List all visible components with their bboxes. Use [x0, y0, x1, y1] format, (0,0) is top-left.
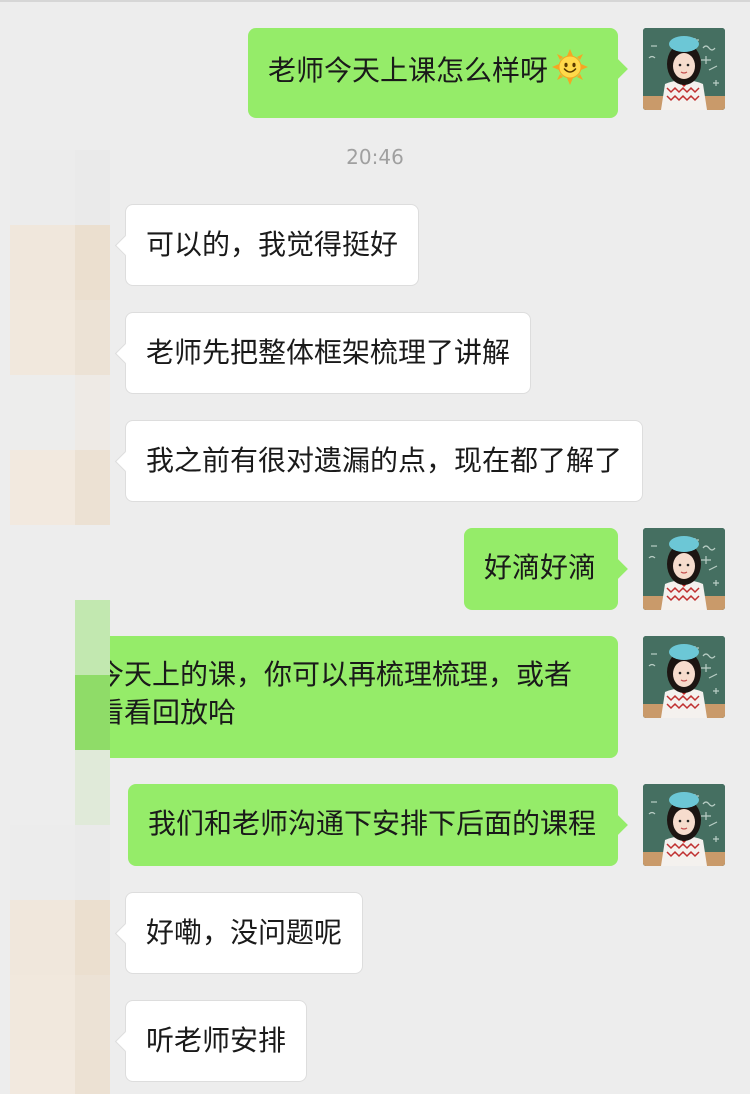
blur-cell — [10, 825, 75, 900]
message-text: 听老师安排 — [146, 1024, 287, 1057]
blur-cell — [75, 750, 110, 825]
message-text-line: 今天上的课，你可以再梳理梳理，或者 — [110, 658, 573, 691]
blur-cell — [10, 450, 75, 525]
blur-cell — [75, 1050, 110, 1094]
blur-cell — [75, 225, 110, 300]
message-text-block: 今天上的课，你可以再梳理梳理，或者 看看回放哈 — [110, 656, 618, 732]
incoming-message-bubble[interactable]: 可以的，我觉得挺好 — [125, 204, 419, 286]
message-text-line: 看看回放哈 — [110, 696, 237, 729]
blur-cell — [75, 675, 110, 750]
message-text: 可以的，我觉得挺好 — [146, 228, 399, 261]
teacher-avatar[interactable] — [643, 28, 725, 110]
outgoing-message-bubble[interactable]: 好滴好滴 — [464, 528, 618, 610]
blur-cell — [75, 825, 110, 900]
sun-smile-emoji-icon — [552, 49, 589, 95]
message-text: 好滴好滴 — [484, 551, 597, 584]
blur-cell — [10, 1050, 75, 1094]
outgoing-message-bubble[interactable]: 老师今天上课怎么样呀 — [248, 28, 618, 118]
blur-cell — [10, 975, 75, 1050]
blur-cell — [10, 300, 75, 375]
outgoing-message-bubble[interactable]: 今天上的课，你可以再梳理梳理，或者 看看回放哈 — [110, 636, 618, 758]
blur-cell — [75, 450, 110, 525]
blur-cell — [75, 300, 110, 375]
incoming-message-bubble[interactable]: 听老师安排 — [125, 1000, 307, 1082]
incoming-message-bubble[interactable]: 老师先把整体框架梳理了讲解 — [125, 312, 531, 394]
teacher-avatar[interactable] — [643, 528, 725, 610]
blur-cell — [75, 900, 110, 975]
outgoing-message-bubble[interactable]: 我们和老师沟通下安排下后面的课程 — [128, 784, 618, 866]
message-text: 好嘞，没问题呢 — [146, 916, 343, 949]
blur-cell — [75, 375, 110, 450]
blur-cell — [75, 600, 110, 675]
chat-timestamp: 20:46 — [346, 145, 404, 169]
incoming-message-bubble[interactable]: 我之前有很对遗漏的点，现在都了解了 — [125, 420, 643, 502]
message-text: 老师今天上课怎么样呀 — [268, 54, 549, 87]
blur-cell — [10, 225, 75, 300]
message-text: 我之前有很对遗漏的点，现在都了解了 — [146, 444, 623, 477]
top-divider — [0, 0, 750, 2]
message-text: 我们和老师沟通下安排下后面的课程 — [148, 807, 597, 840]
blur-cell — [10, 375, 75, 450]
teacher-avatar[interactable] — [643, 636, 725, 718]
blur-cell — [10, 900, 75, 975]
teacher-avatar[interactable] — [643, 784, 725, 866]
incoming-message-bubble[interactable]: 好嘞，没问题呢 — [125, 892, 363, 974]
message-text: 老师先把整体框架梳理了讲解 — [146, 336, 511, 369]
blur-cell — [75, 975, 110, 1050]
